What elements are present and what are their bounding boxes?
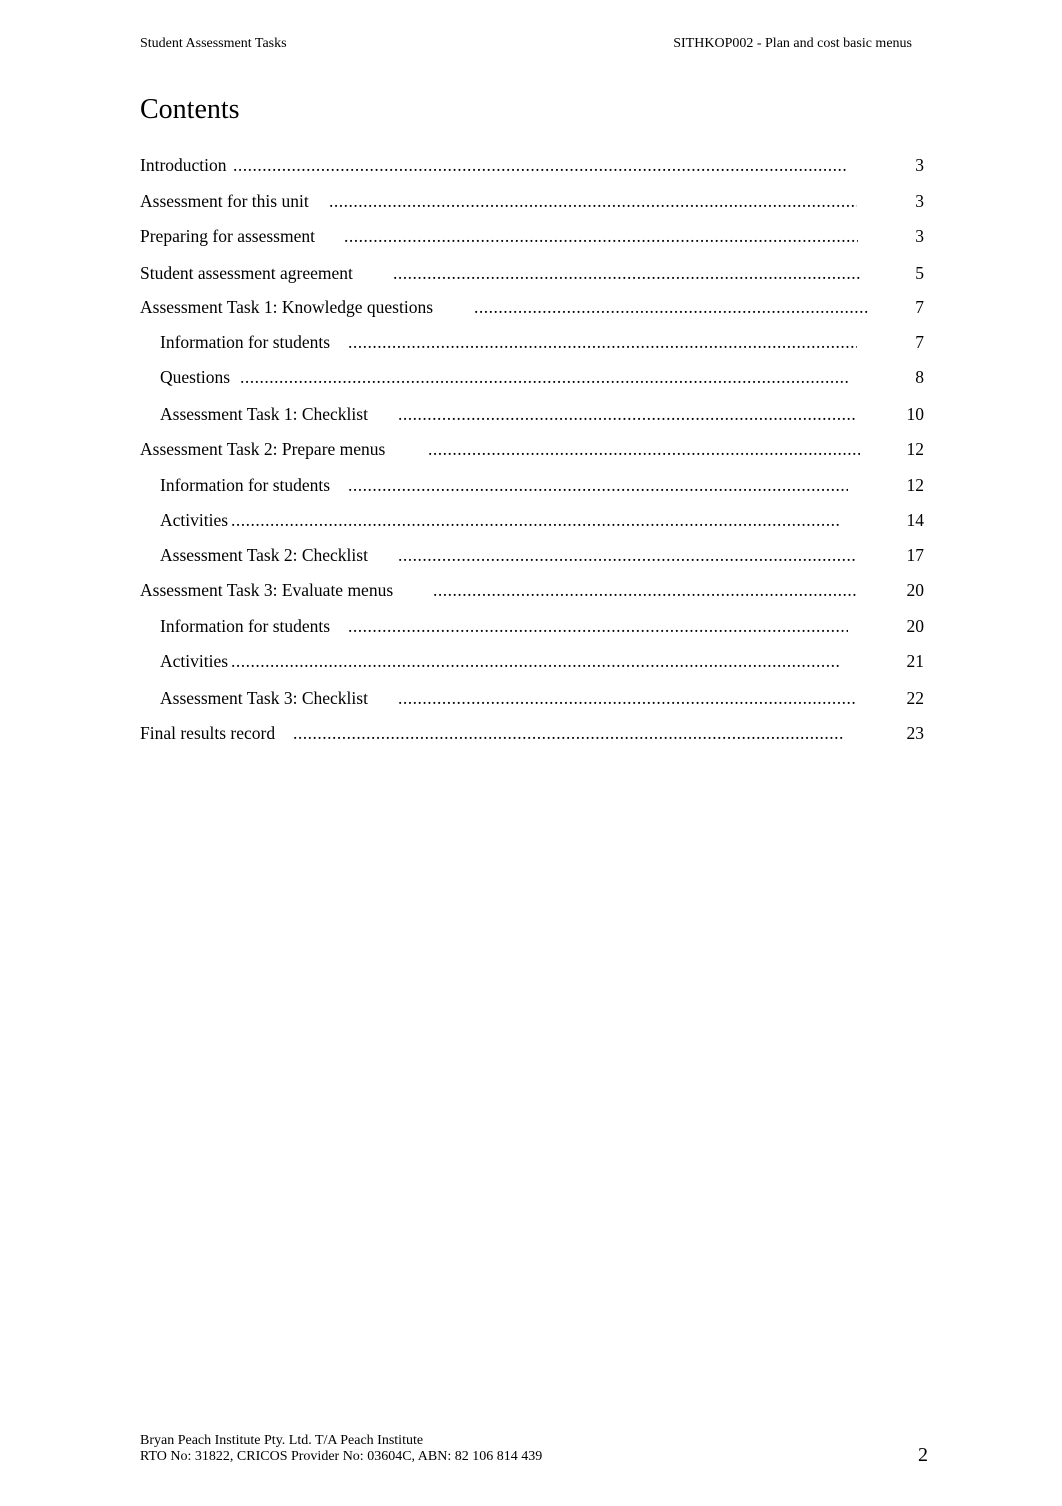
toc-dot-leader: ........................................… (398, 688, 857, 708)
toc-entry-label: Activities (160, 510, 229, 530)
header-right: SITHKOP002 - Plan and cost basic menus (673, 36, 912, 51)
toc-entry-label: Preparing for assessment (140, 226, 315, 246)
toc-entry[interactable]: Assessment Task 3: Checklist............… (160, 688, 924, 710)
toc-entry-page: 20 (906, 616, 925, 636)
toc-entry[interactable]: Assessment Task 1: Knowledge questions..… (140, 297, 924, 319)
toc-entry[interactable]: Introduction............................… (140, 155, 924, 177)
toc-dot-leader: ........................................… (398, 404, 857, 424)
toc-dot-leader: ........................................… (293, 723, 843, 743)
toc-dot-leader: ........................................… (231, 510, 840, 530)
toc-entry-page: 3 (915, 226, 924, 246)
toc-entry[interactable]: Information for students................… (160, 616, 924, 638)
page-number: 2 (918, 1444, 928, 1466)
toc-entry-page: 20 (906, 580, 925, 600)
toc-entry-page: 12 (906, 475, 925, 495)
toc-entry-label: Information for students (160, 332, 331, 352)
toc-entry[interactable]: Assessment Task 3: Evaluate menus.......… (140, 580, 924, 602)
toc-dot-leader: ........................................… (348, 616, 848, 636)
toc-entry[interactable]: Information for students................… (160, 332, 924, 354)
toc-dot-leader: ........................................… (348, 332, 857, 352)
toc-entry-label: Assessment Task 3: Checklist (160, 688, 368, 708)
toc-dot-leader: ........................................… (231, 651, 840, 671)
toc-entry-page: 3 (915, 191, 924, 211)
toc-dot-leader: ........................................… (393, 263, 861, 283)
toc-entry-page: 14 (906, 510, 925, 530)
toc-entry[interactable]: Assessment for this unit................… (140, 191, 924, 213)
toc-entry-page: 23 (906, 723, 925, 743)
footer: Bryan Peach Institute Pty. Ltd. T/A Peac… (140, 1433, 542, 1465)
toc-entry-label: Assessment for this unit (140, 191, 309, 211)
toc-entry-label: Information for students (160, 475, 331, 495)
toc-entry-label: Information for students (160, 616, 331, 636)
toc-entry[interactable]: Activities..............................… (160, 510, 924, 532)
toc-entry-label: Assessment Task 1: Knowledge questions (140, 297, 434, 317)
page-title: Contents (140, 94, 240, 125)
toc-entry-page: 12 (906, 439, 925, 459)
toc-entry[interactable]: Activities..............................… (160, 651, 924, 673)
toc-entry-label: Questions (160, 367, 230, 387)
toc-dot-leader: ........................................… (428, 439, 860, 459)
toc-entry-page: 17 (906, 545, 925, 565)
toc-entry-page: 7 (915, 332, 924, 352)
toc-dot-leader: ........................................… (240, 367, 849, 387)
toc-entry-label: Activities (160, 651, 229, 671)
toc-entry-page: 8 (915, 367, 924, 387)
toc-entry-page: 7 (915, 297, 924, 317)
toc-entry[interactable]: Information for students................… (160, 475, 924, 497)
toc-entry[interactable]: Assessment Task 2: Checklist............… (160, 545, 924, 567)
toc-dot-leader: ........................................… (344, 226, 858, 246)
toc-entry[interactable]: Preparing for assessment................… (140, 226, 924, 248)
toc-entry-label: Assessment Task 2: Checklist (160, 545, 368, 565)
toc-entry-page: 21 (906, 651, 925, 671)
toc-entry-page: 22 (906, 688, 925, 708)
toc-entry-label: Assessment Task 1: Checklist (160, 404, 368, 424)
toc-entry-page: 5 (915, 263, 924, 283)
toc-dot-leader: ........................................… (433, 580, 856, 600)
toc-entry-label: Final results record (140, 723, 276, 743)
header-left: Student Assessment Tasks (140, 36, 287, 51)
toc-entry-label: Assessment Task 2: Prepare menus (140, 439, 386, 459)
toc-entry-label: Student assessment agreement (140, 263, 353, 283)
toc-entry-label: Introduction (140, 155, 227, 175)
toc-dot-leader: ........................................… (348, 475, 848, 495)
toc-entry[interactable]: Final results record....................… (140, 723, 924, 745)
toc-entry-label: Assessment Task 3: Evaluate menus (140, 580, 394, 600)
toc-entry[interactable]: Questions...............................… (160, 367, 924, 389)
toc-dot-leader: ........................................… (233, 155, 846, 175)
toc-dot-leader: ........................................… (398, 545, 857, 565)
footer-registration: RTO No: 31822, CRICOS Provider No: 03604… (140, 1449, 543, 1464)
toc-entry-page: 3 (915, 155, 924, 175)
toc-dot-leader: ........................................… (329, 191, 857, 211)
toc-entry[interactable]: Assessment Task 2: Prepare menus........… (140, 439, 924, 461)
toc-entry[interactable]: Student assessment agreement............… (140, 263, 924, 285)
footer-company: Bryan Peach Institute Pty. Ltd. T/A Peac… (140, 1433, 424, 1448)
toc-entry-page: 10 (906, 404, 925, 424)
toc-dot-leader: ........................................… (474, 297, 870, 317)
toc-entry[interactable]: Assessment Task 1: Checklist............… (160, 404, 924, 426)
